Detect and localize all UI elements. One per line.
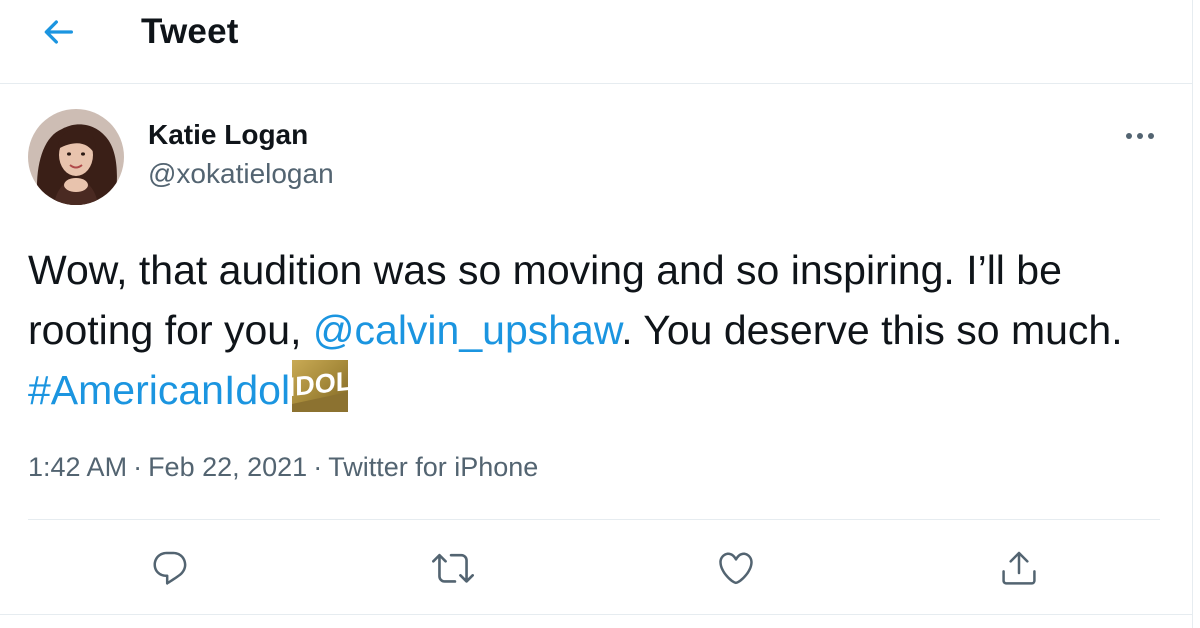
page-header: Tweet	[0, 0, 1193, 84]
svg-text:IDOL: IDOL	[292, 365, 348, 403]
mention-link[interactable]: @calvin_upshaw	[313, 307, 621, 353]
hashtag-link[interactable]: #AmericanIdol	[28, 367, 290, 413]
meta-separator: ·	[313, 452, 323, 482]
american-idol-hashflag-icon: IDOL	[288, 360, 352, 412]
share-button[interactable]	[991, 540, 1047, 596]
more-options-button[interactable]	[1118, 118, 1162, 154]
tweet-text: Wow, that audition was so moving and so …	[28, 240, 1178, 420]
retweet-icon	[432, 553, 474, 583]
tweet-meta: 1:42 AM · Feb 22, 2021 · Twitter for iPhone	[28, 452, 538, 483]
like-icon	[719, 552, 753, 585]
retweet-button[interactable]	[425, 540, 481, 596]
meta-separator: ·	[133, 452, 143, 482]
arrow-left-icon	[44, 20, 73, 44]
more-icon	[1126, 133, 1154, 139]
tweet-date[interactable]: Feb 22, 2021	[148, 452, 307, 482]
divider	[0, 614, 1193, 615]
tweet-text-part: . You deserve this so much.	[621, 307, 1123, 353]
avatar[interactable]	[28, 109, 124, 205]
avatar-image	[28, 109, 124, 205]
author-handle[interactable]: @xokatielogan	[148, 158, 334, 190]
author-name[interactable]: Katie Logan	[148, 119, 308, 151]
divider	[28, 519, 1160, 520]
tweet-source[interactable]: Twitter for iPhone	[328, 452, 538, 482]
tweet-actions	[0, 540, 1193, 600]
reply-button[interactable]	[142, 540, 198, 596]
share-icon	[1002, 551, 1036, 585]
like-button[interactable]	[708, 540, 764, 596]
back-button[interactable]	[36, 12, 80, 52]
reply-icon	[153, 551, 187, 585]
tweet-page: Tweet Katie Logan @xokatielogan Wow, tha…	[0, 0, 1193, 628]
tweet-time[interactable]: 1:42 AM	[28, 452, 127, 482]
page-title: Tweet	[141, 12, 239, 51]
